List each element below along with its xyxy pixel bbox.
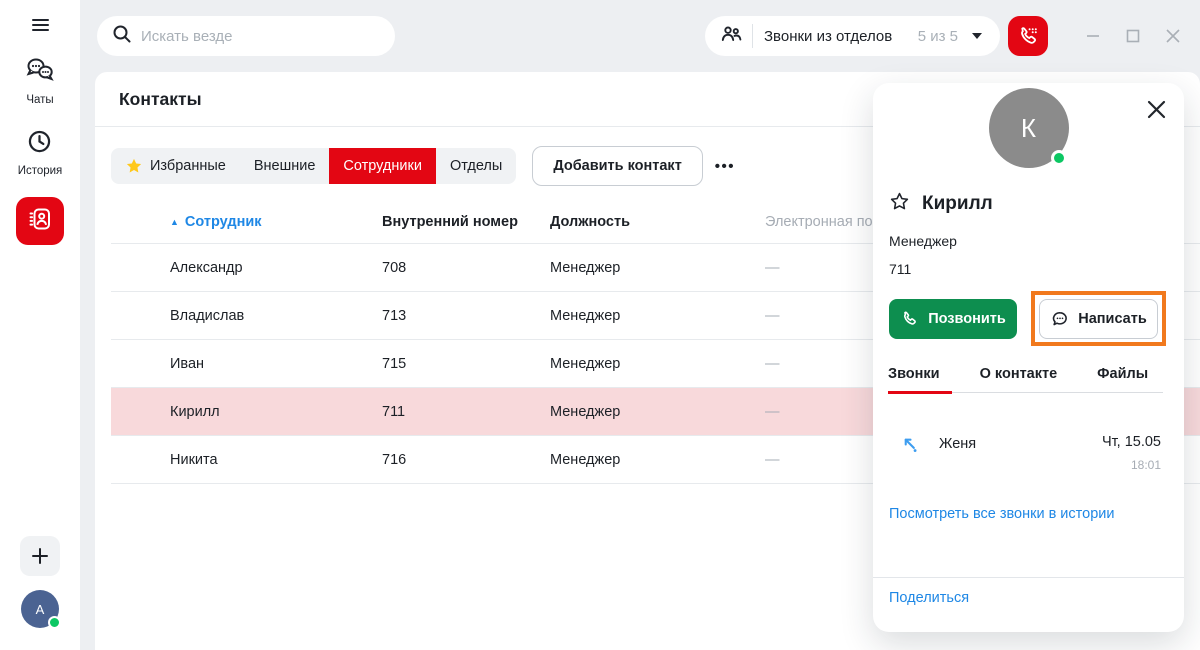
cell-position: Менеджер: [550, 308, 765, 324]
tab-favorites[interactable]: Избранные: [111, 148, 240, 184]
hamburger-menu-icon[interactable]: [32, 16, 49, 34]
filter-label: Звонки из отделов: [764, 28, 892, 45]
cell-extension: 711: [382, 404, 550, 420]
add-contact-button[interactable]: Добавить контакт: [532, 146, 702, 186]
sort-asc-icon: ▲: [170, 217, 179, 227]
cell-name: Иван: [111, 356, 382, 372]
group-icon: [719, 23, 743, 50]
tab-label: Отделы: [450, 158, 502, 174]
user-avatar-initial: А: [36, 602, 45, 617]
online-status-dot: [1051, 150, 1067, 166]
column-header-position[interactable]: Должность: [550, 214, 765, 230]
sidebar-item-label: История: [18, 165, 63, 177]
call-contact-name: Женя: [939, 434, 976, 472]
calls-filter-dropdown[interactable]: Звонки из отделов 5 из 5: [705, 16, 1000, 56]
panel-avatar-area: К: [873, 83, 1184, 173]
dial-pad-button[interactable]: [1008, 16, 1048, 56]
cell-extension: 708: [382, 260, 550, 276]
call-history-item[interactable]: Женя Чт, 15.05 18:01: [900, 434, 1161, 472]
tab-about[interactable]: О контакте: [980, 366, 1058, 382]
search-icon: [111, 23, 133, 50]
cell-name: Никита: [111, 452, 382, 468]
add-button[interactable]: [20, 536, 60, 576]
incoming-call-icon: [900, 434, 921, 472]
cell-extension: 713: [382, 308, 550, 324]
call-time: 18:01: [1102, 458, 1161, 472]
search-bar[interactable]: [97, 16, 395, 56]
star-icon: [125, 157, 143, 175]
tab-label: Внешние: [254, 158, 316, 174]
tab-label: Сотрудники: [343, 158, 422, 174]
view-all-calls-link[interactable]: Посмотреть все звонки в истории: [889, 506, 1168, 522]
contact-extension: 711: [889, 261, 1168, 277]
cell-position: Менеджер: [550, 404, 765, 420]
panel-tabs: Звонки О контакте Файлы: [888, 366, 1168, 382]
cell-position: Менеджер: [550, 356, 765, 372]
search-input[interactable]: [141, 28, 381, 45]
share-link[interactable]: Поделиться: [889, 590, 969, 606]
cell-name: Александр: [111, 260, 382, 276]
tab-label: Избранные: [150, 158, 226, 174]
chevron-down-icon: [972, 33, 982, 39]
cell-position: Менеджер: [550, 452, 765, 468]
cell-name: Кирилл: [111, 404, 382, 420]
write-message-button[interactable]: Написать: [1039, 299, 1158, 339]
contact-detail-panel: К Кирилл Менеджер 711 Позвонить: [873, 83, 1184, 632]
contact-position: Менеджер: [889, 233, 1168, 249]
online-status-dot: [48, 616, 61, 629]
sidebar-item-label: Чаты: [26, 94, 53, 106]
sidebar: Чаты История А: [0, 0, 80, 650]
cell-extension: 715: [382, 356, 550, 372]
favorite-star-icon[interactable]: [889, 191, 910, 217]
contacts-filter-tabs: Избранные Внешние Сотрудники Отделы: [111, 148, 516, 184]
tab-calls[interactable]: Звонки: [888, 366, 940, 382]
contact-name: Кирилл: [922, 193, 993, 215]
column-header-extension[interactable]: Внутренний номер: [382, 214, 550, 230]
tab-employees[interactable]: Сотрудники: [329, 148, 436, 184]
contact-book-icon: [26, 205, 54, 238]
window-minimize-button[interactable]: [1083, 26, 1103, 46]
call-button[interactable]: Позвонить: [889, 299, 1017, 339]
annotation-highlight-box: Написать: [1031, 291, 1166, 346]
sidebar-item-chats[interactable]: Чаты: [24, 56, 56, 106]
contact-avatar-initial: К: [1021, 113, 1036, 144]
filter-count: 5 из 5: [918, 28, 958, 45]
active-tab-indicator: [888, 391, 952, 394]
cell-name: Владислав: [111, 308, 382, 324]
tab-departments[interactable]: Отделы: [436, 148, 516, 184]
user-avatar[interactable]: А: [21, 590, 59, 628]
divider: [752, 24, 753, 48]
column-header-employee[interactable]: ▲ Сотрудник: [111, 214, 382, 230]
call-date: Чт, 15.05: [1102, 434, 1161, 450]
tab-files[interactable]: Файлы: [1097, 366, 1148, 382]
sidebar-item-contacts-active[interactable]: [16, 197, 64, 245]
cell-extension: 716: [382, 452, 550, 468]
sidebar-item-history[interactable]: История: [18, 128, 63, 177]
chats-icon: [24, 56, 56, 89]
divider: [873, 577, 1184, 578]
cell-position: Менеджер: [550, 260, 765, 276]
window-maximize-button[interactable]: [1123, 26, 1143, 46]
tab-external[interactable]: Внешние: [240, 148, 330, 184]
contact-avatar: К: [989, 88, 1069, 168]
tab-underline: [888, 391, 1163, 394]
more-options-icon[interactable]: •••: [715, 158, 735, 175]
window-close-button[interactable]: [1163, 26, 1183, 46]
history-clock-icon: [26, 128, 53, 160]
